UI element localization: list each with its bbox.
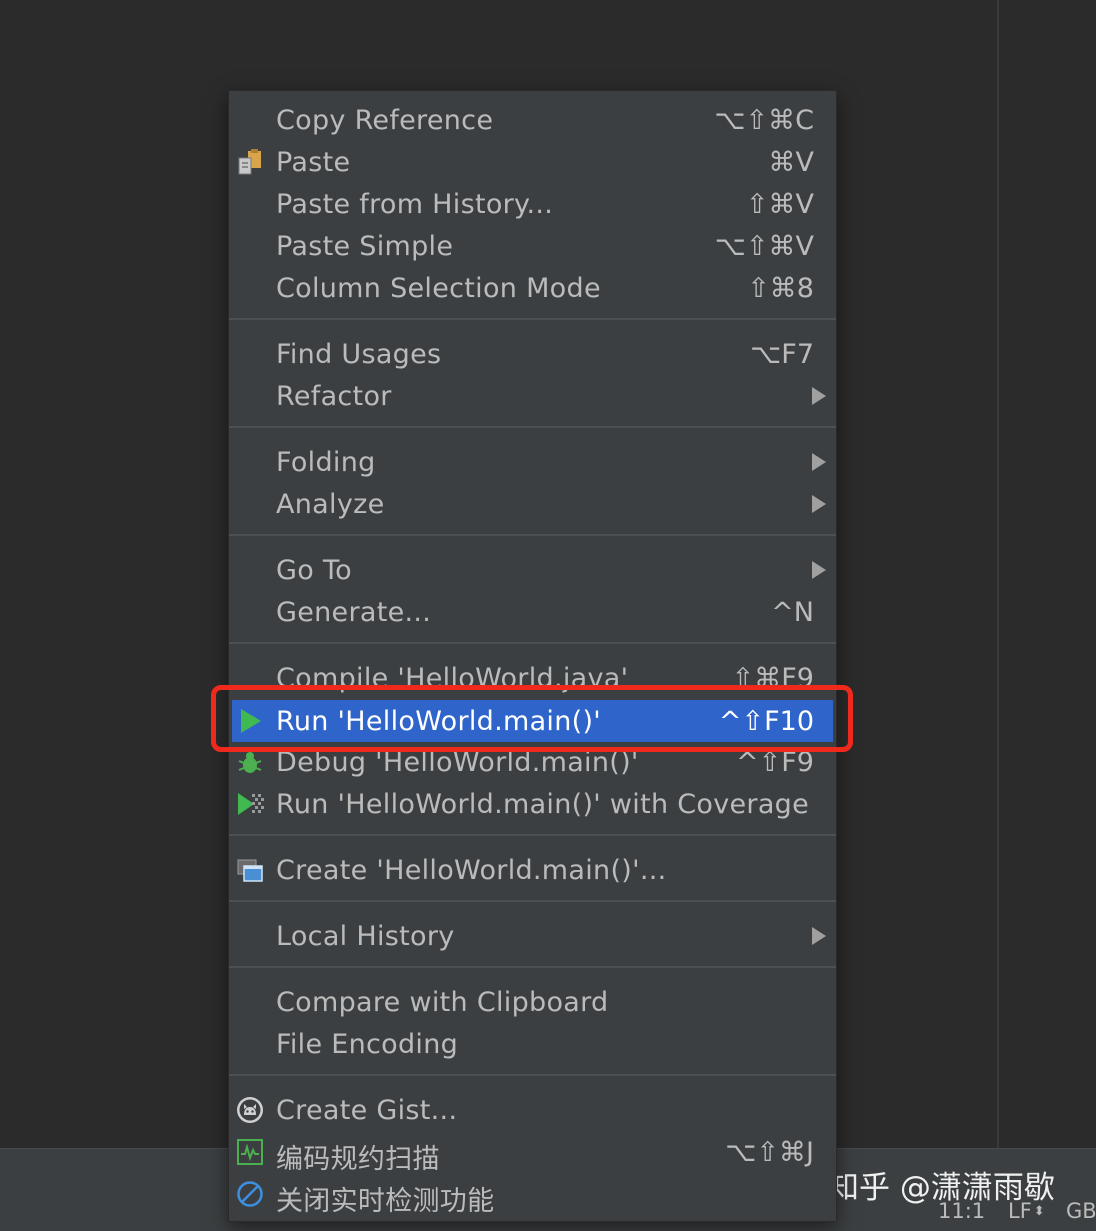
menu-item-copy-reference[interactable]: Copy Reference ⌥⇧⌘C — [229, 99, 836, 141]
menu-item-create-configuration[interactable]: Create 'HelloWorld.main()'... — [229, 849, 836, 891]
menu-item-label: Paste Simple — [276, 231, 454, 262]
code-scan-icon — [236, 1138, 264, 1166]
menu-item-label: Create 'HelloWorld.main()'... — [276, 855, 667, 886]
menu-item-run-with-coverage[interactable]: Run 'HelloWorld.main()' with Coverage — [229, 783, 836, 825]
menu-item-column-selection-mode[interactable]: Column Selection Mode ⇧⌘8 — [229, 267, 836, 309]
menu-item-code-scan[interactable]: 编码规约扫描 ⌥⇧⌘J — [229, 1131, 836, 1175]
menu-item-refactor[interactable]: Refactor — [229, 375, 836, 417]
menu-separator — [229, 966, 836, 968]
menu-item-label: Create Gist... — [276, 1095, 458, 1126]
menu-item-label: Folding — [276, 447, 376, 478]
menu-item-shortcut: ⌥⇧⌘J — [725, 1137, 814, 1168]
submenu-arrow-icon — [812, 387, 826, 405]
menu-item-paste-from-history[interactable]: Paste from History... ⇧⌘V — [229, 183, 836, 225]
run-coverage-icon — [236, 790, 264, 818]
submenu-arrow-icon — [812, 927, 826, 945]
menu-item-local-history[interactable]: Local History — [229, 915, 836, 957]
menu-item-generate[interactable]: Generate... ^N — [229, 591, 836, 633]
menu-item-label: Generate... — [276, 597, 432, 628]
menu-item-folding[interactable]: Folding — [229, 441, 836, 483]
submenu-arrow-icon — [812, 453, 826, 471]
annotation-highlight-box — [211, 685, 853, 752]
menu-item-shortcut: ⌘V — [768, 147, 814, 178]
menu-item-label: Column Selection Mode — [276, 273, 601, 304]
debug-bug-icon — [236, 748, 264, 776]
disable-realtime-icon — [236, 1180, 264, 1208]
menu-separator — [229, 642, 836, 644]
menu-item-label: Copy Reference — [276, 105, 494, 136]
editor-divider — [997, 0, 999, 1148]
status-encoding[interactable]: GB — [1066, 1199, 1096, 1223]
menu-item-label: Local History — [276, 921, 455, 952]
menu-item-file-encoding[interactable]: File Encoding — [229, 1023, 836, 1065]
menu-separator — [229, 534, 836, 536]
menu-item-label: Find Usages — [276, 339, 442, 370]
menu-item-analyze[interactable]: Analyze — [229, 483, 836, 525]
clipboard-paste-icon — [236, 148, 264, 176]
menu-item-create-gist[interactable]: Create Gist... — [229, 1089, 836, 1131]
menu-item-label: 关闭实时检测功能 — [276, 1186, 495, 1217]
menu-item-shortcut: ⌥F7 — [750, 339, 814, 370]
menu-separator — [229, 834, 836, 836]
menu-item-paste[interactable]: Paste ⌘V — [229, 141, 836, 183]
menu-item-shortcut: ⇧⌘V — [745, 189, 814, 220]
menu-separator — [229, 900, 836, 902]
menu-item-shortcut: ⌥⇧⌘C — [714, 105, 814, 136]
menu-separator — [229, 1074, 836, 1076]
menu-item-label: Analyze — [276, 489, 385, 520]
menu-item-label: File Encoding — [276, 1029, 459, 1060]
submenu-arrow-icon — [812, 495, 826, 513]
menu-item-shortcut: ⌥⇧⌘V — [714, 231, 814, 262]
run-configuration-icon — [236, 856, 264, 884]
menu-item-label: Refactor — [276, 381, 392, 412]
menu-item-label: Run 'HelloWorld.main()' with Coverage — [276, 789, 810, 820]
submenu-arrow-icon — [812, 561, 826, 579]
menu-item-paste-simple[interactable]: Paste Simple ⌥⇧⌘V — [229, 225, 836, 267]
menu-item-disable-realtime-check[interactable]: 关闭实时检测功能 — [229, 1173, 836, 1217]
github-octocat-icon — [236, 1096, 264, 1124]
menu-item-shortcut: ^N — [771, 597, 814, 628]
menu-item-label: Compare with Clipboard — [276, 987, 609, 1018]
menu-separator — [229, 318, 836, 320]
menu-item-label: Paste — [276, 147, 351, 178]
menu-item-go-to[interactable]: Go To — [229, 549, 836, 591]
menu-item-shortcut: ⇧⌘8 — [747, 273, 814, 304]
menu-item-compare-with-clipboard[interactable]: Compare with Clipboard — [229, 981, 836, 1023]
editor-context-menu: Copy Reference ⌥⇧⌘C Paste ⌘V Paste from … — [228, 90, 837, 1222]
watermark: 知乎 @潇潇雨歇 — [828, 1170, 1055, 1206]
menu-item-label: Paste from History... — [276, 189, 554, 220]
menu-item-label: 编码规约扫描 — [276, 1144, 440, 1175]
menu-item-label: Go To — [276, 555, 352, 586]
menu-item-find-usages[interactable]: Find Usages ⌥F7 — [229, 333, 836, 375]
menu-separator — [229, 426, 836, 428]
